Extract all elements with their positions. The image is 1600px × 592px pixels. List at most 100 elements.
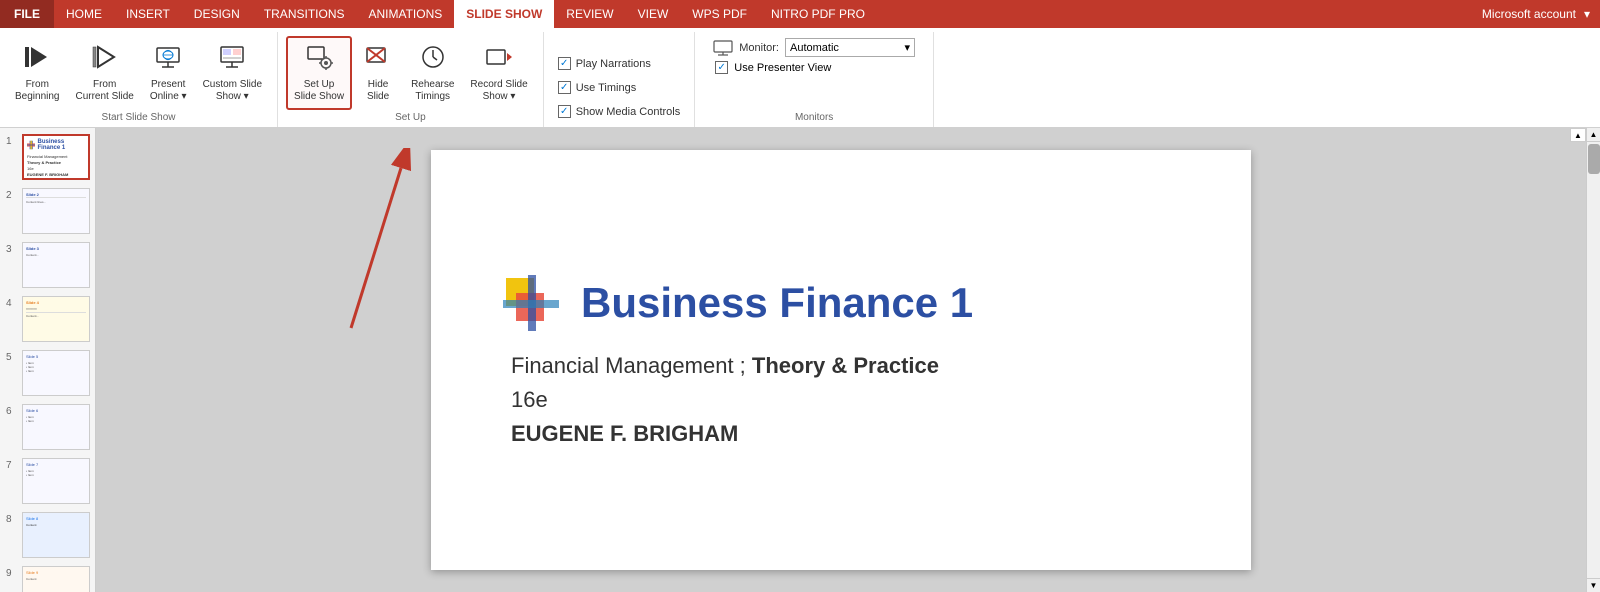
monitor-label-text: Monitor: (739, 42, 779, 54)
from-current-slide-label: FromCurrent Slide (75, 79, 133, 103)
slide-thumbnail-2[interactable]: 2 Slide 2 Content lines... (4, 186, 91, 236)
slide-num-3: 3 (6, 242, 18, 255)
ribbon: FromBeginning FromCurrent Slide (0, 28, 1600, 128)
slide-edition: 16e (511, 387, 1181, 413)
scroll-down-button[interactable]: ▼ (1587, 578, 1600, 592)
rehearse-timings-button[interactable]: RehearseTimings (404, 36, 461, 110)
menu-bar: FILE HOME INSERT DESIGN TRANSITIONS ANIM… (0, 0, 1600, 28)
custom-slide-show-button[interactable]: Custom SlideShow ▾ (196, 36, 269, 110)
from-beginning-button[interactable]: FromBeginning (8, 36, 66, 110)
scroll-track (1588, 142, 1600, 578)
scroll-up-button[interactable]: ▲ (1587, 128, 1600, 142)
slide-thumb-img-3: Slide 3 Content... (22, 242, 90, 288)
slide-num-7: 7 (6, 458, 18, 471)
monitor-value: Automatic (790, 42, 839, 54)
hide-slide-icon (364, 43, 392, 76)
main-area: 1 Business Finance 1 Financial Manageme (0, 128, 1600, 592)
review-menu-item[interactable]: REVIEW (554, 0, 625, 28)
monitor-dropdown-chevron: ▾ (904, 41, 910, 54)
slide-thumb-img-1: Business Finance 1 Financial Management … (22, 134, 90, 180)
slide-thumbnail-4[interactable]: 4 Slide 4 ━━━━━━ Content... (4, 294, 91, 344)
ribbon-group-options: ✓ Play Narrations ✓ Use Timings ✓ Show M… (544, 32, 696, 127)
set-up-slide-show-button[interactable]: Set UpSlide Show (286, 36, 352, 110)
account-dropdown-icon[interactable]: ▾ (1584, 7, 1590, 21)
scroll-thumb[interactable] (1588, 144, 1600, 174)
monitors-section: Monitor: Automatic ▾ ✓ Use Presenter Vie… (703, 32, 925, 80)
from-beginning-label: FromBeginning (15, 79, 59, 103)
setup-group-label: Set Up (395, 112, 426, 123)
custom-slide-show-label: Custom SlideShow ▾ (203, 79, 262, 103)
slide-thumbnail-1[interactable]: 1 Business Finance 1 Financial Manageme (4, 132, 91, 182)
slide-title-text: Business Finance 1 (581, 279, 973, 327)
monitor-row: Monitor: Automatic ▾ (713, 38, 915, 57)
slide-thumb-img-9: Slide 9 Content (22, 566, 90, 592)
monitors-group-label: Monitors (795, 112, 833, 123)
presenter-view-checkbox[interactable]: ✓ (715, 61, 728, 74)
start-slideshow-group-label: Start Slide Show (102, 112, 176, 123)
slide-canvas: Business Finance 1 Financial Management … (431, 150, 1251, 570)
use-timings-label: Use Timings (576, 82, 637, 94)
present-online-label: PresentOnline ▾ (150, 79, 187, 103)
slide-num-8: 8 (6, 512, 18, 525)
slide-num-6: 6 (6, 404, 18, 417)
slide-thumbnail-9[interactable]: 9 Slide 9 Content (4, 564, 91, 592)
slide-subtitle: Financial Management ; Theory & Practice (511, 353, 1181, 379)
show-media-controls-option[interactable]: ✓ Show Media Controls (552, 101, 687, 123)
slide-thumb-img-5: Slide 5 • Item• Item• Item (22, 350, 90, 396)
title-span: Business Finance 1 (581, 279, 973, 326)
account-info: Microsoft account ▾ (1482, 0, 1600, 28)
slideshow-menu-item[interactable]: SLIDE SHOW (454, 0, 554, 28)
insert-menu-item[interactable]: INSERT (114, 0, 182, 28)
ribbon-group-start-slideshow: FromBeginning FromCurrent Slide (0, 32, 278, 127)
monitor-icon (713, 40, 733, 56)
presenter-view-label: Use Presenter View (734, 62, 831, 74)
hide-slide-button[interactable]: HideSlide (354, 36, 402, 110)
set-up-slide-show-icon (305, 43, 333, 76)
ribbon-collapse-button[interactable]: ▲ (1570, 128, 1586, 142)
presenter-view-row: ✓ Use Presenter View (713, 61, 915, 74)
canvas-area: Business Finance 1 Financial Management … (96, 128, 1586, 592)
slide-thumb-img-7: Slide 7 • Item• Item (22, 458, 90, 504)
from-current-slide-button[interactable]: FromCurrent Slide (68, 36, 140, 110)
play-narrations-option[interactable]: ✓ Play Narrations (552, 53, 687, 75)
slide-author: EUGENE F. BRIGHAM (511, 421, 1181, 447)
slide-thumbnail-3[interactable]: 3 Slide 3 Content... (4, 240, 91, 290)
slide-thumbnail-6[interactable]: 6 Slide 6 • Item• Item (4, 402, 91, 452)
from-current-slide-icon (91, 43, 119, 76)
slide-num-2: 2 (6, 188, 18, 201)
play-narrations-checkbox[interactable]: ✓ (558, 57, 571, 70)
show-media-controls-label: Show Media Controls (576, 106, 681, 118)
file-menu-item[interactable]: FILE (0, 0, 54, 28)
slide-thumb-img-4: Slide 4 ━━━━━━ Content... (22, 296, 90, 342)
slide-panel: 1 Business Finance 1 Financial Manageme (0, 128, 96, 592)
animations-menu-item[interactable]: ANIMATIONS (356, 0, 454, 28)
transitions-menu-item[interactable]: TRANSITIONS (252, 0, 357, 28)
record-slide-show-button[interactable]: Record SlideShow ▾ (463, 36, 534, 110)
play-narrations-label: Play Narrations (576, 58, 651, 70)
show-media-controls-checkbox[interactable]: ✓ (558, 105, 571, 118)
monitor-dropdown[interactable]: Automatic ▾ (785, 38, 915, 57)
ppt-logo (501, 273, 561, 333)
home-menu-item[interactable]: HOME (54, 0, 114, 28)
slide-thumbnail-5[interactable]: 5 Slide 5 • Item• Item• Item (4, 348, 91, 398)
account-label: Microsoft account (1482, 7, 1576, 21)
rehearse-timings-label: RehearseTimings (411, 79, 454, 103)
design-menu-item[interactable]: DESIGN (182, 0, 252, 28)
slide-num-5: 5 (6, 350, 18, 363)
subtitle-bold: Theory & Practice (752, 353, 939, 378)
arrow-annotation (291, 148, 431, 348)
hide-slide-label: HideSlide (367, 79, 389, 103)
slide-thumbnail-7[interactable]: 7 Slide 7 • Item• Item (4, 456, 91, 506)
nitropdf-menu-item[interactable]: NITRO PDF PRO (759, 0, 877, 28)
use-timings-option[interactable]: ✓ Use Timings (552, 77, 687, 99)
subtitle-regular: Financial Management ; (511, 353, 752, 378)
right-scrollbar[interactable]: ▲ ▼ (1586, 128, 1600, 592)
slide-thumb-img-2: Slide 2 Content lines... (22, 188, 90, 234)
slide-thumbnail-8[interactable]: 8 Slide 8 Content (4, 510, 91, 560)
present-online-button[interactable]: PresentOnline ▾ (143, 36, 194, 110)
slide-header: Business Finance 1 (501, 273, 1181, 333)
use-timings-checkbox[interactable]: ✓ (558, 81, 571, 94)
wpspdf-menu-item[interactable]: WPS PDF (680, 0, 759, 28)
view-menu-item[interactable]: VIEW (626, 0, 681, 28)
record-slide-show-label: Record SlideShow ▾ (470, 79, 527, 103)
